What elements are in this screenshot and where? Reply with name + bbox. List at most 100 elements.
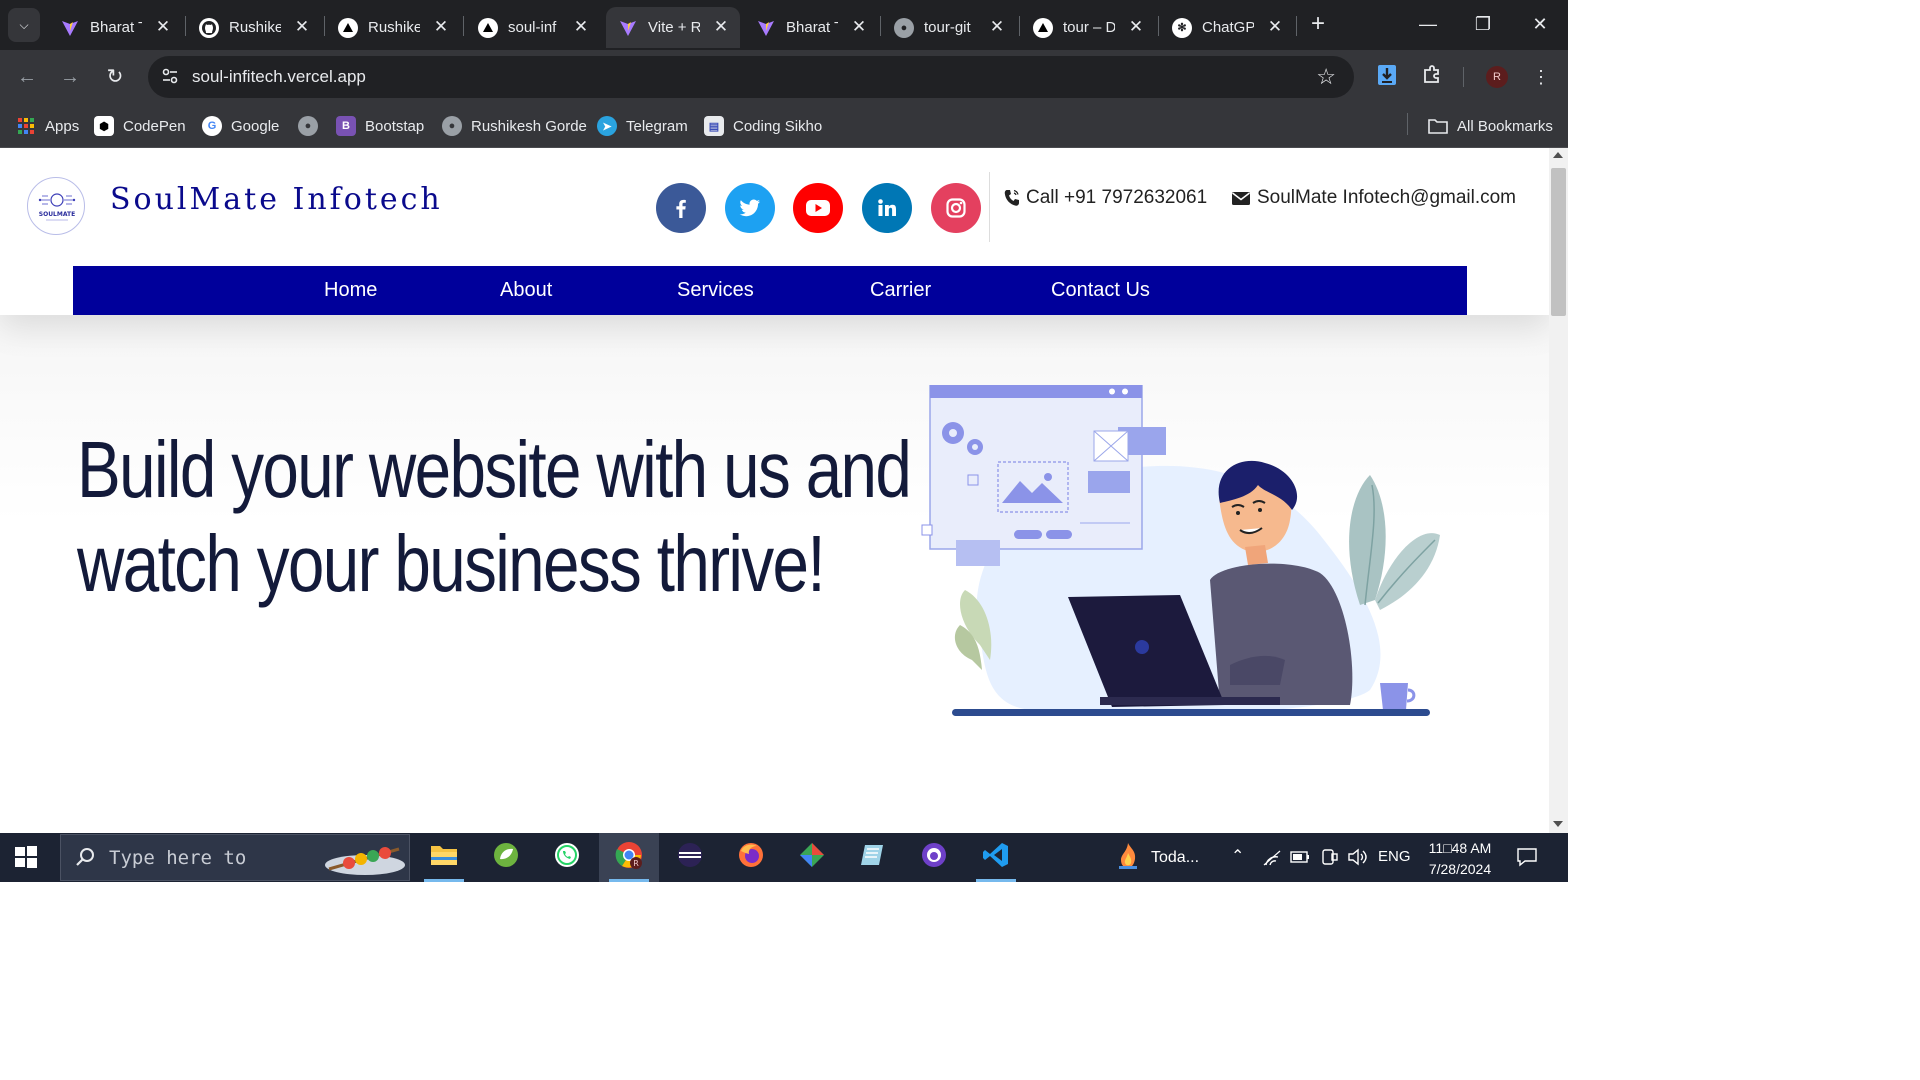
scroll-down-arrow-icon[interactable] [1553,821,1563,827]
taskbar-git-tool[interactable] [782,833,842,882]
taskbar-firefox[interactable] [721,833,781,882]
tab-vite-react-active[interactable]: Vite + R ✕ [606,7,740,48]
close-icon[interactable]: ✕ [850,18,868,36]
bookmark-globe[interactable]: ● [298,114,327,138]
back-button[interactable]: ← [12,62,42,92]
close-icon[interactable]: ✕ [293,18,311,36]
new-tab-button[interactable]: + [1304,10,1332,38]
close-icon[interactable]: ✕ [712,18,730,36]
bookmark-google[interactable]: G Google [202,114,279,138]
battery-icon[interactable] [1290,850,1310,869]
tab-title: Bharat T [786,19,838,36]
taskbar-file-explorer[interactable] [414,833,474,882]
bookmark-label: Bootstap [365,117,425,135]
download-button[interactable] [1372,62,1402,92]
taskbar-spring[interactable] [476,833,536,882]
page-scrollbar[interactable] [1549,148,1568,833]
minimize-button[interactable]: — [1408,8,1448,40]
taskbar-search[interactable]: Type here to [60,834,410,881]
close-icon[interactable]: ✕ [572,18,590,36]
tab-title: Vite + R [648,19,700,36]
extensions-button[interactable] [1417,62,1447,92]
youtube-icon[interactable] [793,183,843,233]
instagram-icon[interactable] [931,183,981,233]
chrome-menu-button[interactable]: ⋮ [1526,62,1556,92]
twitter-icon[interactable] [725,183,775,233]
meet-now-icon[interactable] [1320,848,1338,871]
volume-icon[interactable] [1347,848,1369,871]
taskbar-chrome[interactable]: R [599,833,659,882]
weather-widget[interactable]: Toda... [1115,841,1199,875]
vercel-icon [338,17,358,38]
contact-phone[interactable]: Call +91 7972632061 [1004,187,1207,209]
taskbar-clock[interactable]: 11□48 AM 7/28/2024 [1420,838,1500,880]
tab-soul-inf[interactable]: soul-inf ✕ [466,7,600,48]
facebook-icon[interactable] [656,183,706,233]
bookmark-apps[interactable]: Apps [16,114,79,138]
nav-home[interactable]: Home [324,279,377,302]
site-brand-name[interactable]: SoulMate Infotech [110,182,443,217]
svg-text:R: R [633,859,639,868]
close-icon[interactable]: ✕ [988,18,1006,36]
scrollbar-thumb[interactable] [1551,168,1566,316]
profile-avatar[interactable]: R [1486,66,1508,88]
weather-icon [1115,841,1141,876]
language-indicator[interactable]: ENG [1378,848,1411,865]
forward-button[interactable]: → [55,62,85,92]
close-icon[interactable]: ✕ [1127,18,1145,36]
download-icon [1376,63,1398,92]
nav-services[interactable]: Services [677,279,754,302]
bookmark-label: Apps [45,117,80,135]
reload-button[interactable]: ↻ [100,62,130,92]
notification-icon[interactable] [1516,847,1538,872]
tab-bharat-1[interactable]: Bharat T ✕ [48,7,182,48]
restore-button[interactable]: ❐ [1463,8,1503,40]
site-logo[interactable]: SOULMATE [27,177,85,235]
close-window-button[interactable]: ✕ [1520,8,1560,40]
bookmark-star-icon[interactable]: ☆ [1316,64,1336,90]
nav-about[interactable]: About [500,279,552,302]
bookmark-coding-sikho[interactable]: ▤ Coding Sikho [704,114,822,138]
tab-title: Rushike [368,19,420,36]
tab-tour-vercel[interactable]: tour – D ✕ [1021,7,1155,48]
close-icon[interactable]: ✕ [1266,18,1284,36]
contact-email[interactable]: SoulMate Infotech@gmail.com [1231,187,1516,209]
taskbar-vscode[interactable] [966,833,1026,882]
tab-bharat-2[interactable]: Bharat T ✕ [744,7,878,48]
taskbar-eclipse[interactable] [660,833,720,882]
hero-illustration [921,385,1440,716]
address-bar[interactable]: soul-infitech.vercel.app ☆ [148,56,1354,98]
nav-contact-us[interactable]: Contact Us [1051,279,1150,302]
google-icon: G [202,116,222,136]
start-button[interactable] [14,845,40,871]
bookmark-bootstrap[interactable]: B Bootstap [336,114,424,138]
vercel-icon [1033,17,1053,38]
tab-tour-git[interactable]: ● tour-git ✕ [882,7,1016,48]
tab-chatgpt[interactable]: ✻ ChatGP ✕ [1160,7,1294,48]
hero-heading: Build your website with us and watch you… [77,423,912,611]
header-divider [989,172,990,242]
bookmarks-bar: Apps ⬢ CodePen G Google ● B Bootstap ● R… [0,104,1568,148]
taskbar-github-desktop[interactable] [904,833,964,882]
chatgpt-icon: ✻ [1172,17,1192,38]
email-text: SoulMate Infotech@gmail.com [1257,187,1517,208]
taskbar-notes-app[interactable] [843,833,903,882]
close-icon[interactable]: ✕ [154,18,172,36]
bookmark-telegram[interactable]: ➤ Telegram [597,114,688,138]
all-bookmarks[interactable]: All Bookmarks [1428,114,1553,138]
site-info-icon[interactable] [160,67,180,87]
taskbar-whatsapp[interactable] [537,833,597,882]
bookmark-rushikesh[interactable]: ● Rushikesh Gorde [442,114,587,138]
tab-search-button[interactable]: ⌵ [8,8,40,42]
tab-rushike-github[interactable]: Rushike ✕ [187,7,321,48]
tab-rushike-vercel[interactable]: Rushike ✕ [326,7,460,48]
chevron-down-icon: ⌵ [19,17,29,32]
nav-carrier[interactable]: Carrier [870,279,931,302]
linkedin-icon[interactable] [862,183,912,233]
close-icon[interactable]: ✕ [432,18,450,36]
scroll-up-arrow-icon[interactable] [1553,152,1563,158]
url-text[interactable]: soul-infitech.vercel.app [192,67,366,87]
wifi-icon[interactable] [1262,849,1282,872]
bookmark-codepen[interactable]: ⬢ CodePen [94,114,186,138]
tray-chevron-up-icon[interactable]: ⌃ [1231,846,1244,866]
